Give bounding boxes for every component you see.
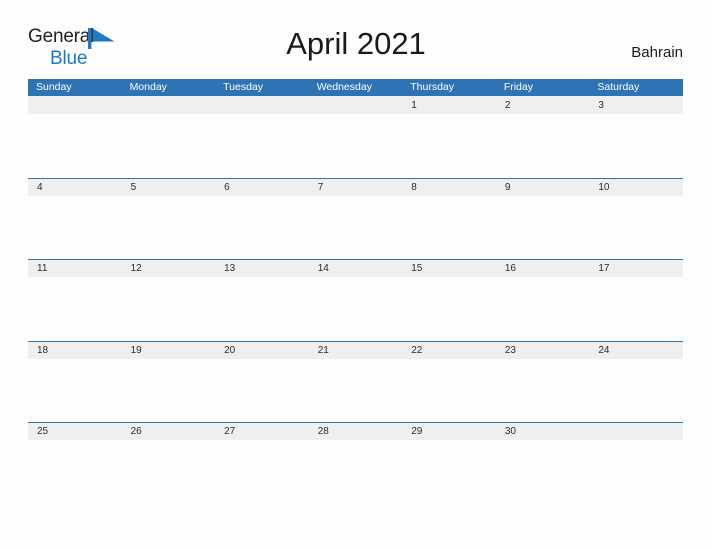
day-note-cell[interactable] — [496, 277, 590, 341]
date-cell[interactable]: 12 — [122, 260, 216, 277]
date-cell[interactable]: 28 — [309, 423, 403, 440]
week-date-band: 4 5 6 7 8 9 10 — [28, 177, 683, 196]
date-cell[interactable]: 18 — [28, 342, 122, 359]
day-note-cell[interactable] — [402, 114, 496, 178]
day-note-cell[interactable] — [122, 277, 216, 341]
date-cell[interactable] — [28, 96, 122, 114]
date-cell[interactable]: 29 — [402, 423, 496, 440]
weekday-header-thursday: Thursday — [410, 81, 455, 93]
date-cell[interactable]: 4 — [28, 179, 122, 196]
day-note-cell[interactable] — [215, 114, 309, 178]
weekday-header-monday: Monday — [129, 81, 167, 93]
day-note-cell[interactable] — [28, 114, 122, 178]
day-note-cell[interactable] — [496, 359, 590, 423]
date-cell[interactable]: 13 — [215, 260, 309, 277]
date-cell[interactable]: 27 — [215, 423, 309, 440]
calendar-week-row: 1 2 3 — [28, 96, 683, 178]
day-note-cell[interactable] — [589, 114, 683, 178]
calendar-week-row: 4 5 6 7 8 9 10 — [28, 177, 683, 260]
week-date-band: 18 19 20 21 22 23 24 — [28, 340, 683, 359]
date-cell[interactable]: 23 — [496, 342, 590, 359]
date-cell[interactable]: 30 — [496, 423, 590, 440]
calendar-table: Sunday Monday Tuesday Wednesday Thursday… — [28, 79, 683, 504]
day-note-cell[interactable] — [309, 277, 403, 341]
date-cell[interactable]: 11 — [28, 260, 122, 277]
date-cell[interactable]: 15 — [402, 260, 496, 277]
page-title: April 2021 — [286, 26, 426, 61]
day-note-cell[interactable] — [215, 196, 309, 260]
date-cell[interactable]: 19 — [122, 342, 216, 359]
week-note-area — [28, 440, 683, 504]
week-date-band: 1 2 3 — [28, 96, 683, 115]
date-cell[interactable]: 5 — [122, 179, 216, 196]
calendar-week-row: 25 26 27 28 29 30 — [28, 422, 683, 504]
week-date-band: 25 26 27 28 29 30 — [28, 422, 683, 441]
locale-label: Bahrain — [631, 44, 683, 61]
weekday-header-tuesday: Tuesday — [223, 81, 264, 93]
weekday-header-saturday: Saturday — [597, 81, 640, 93]
day-note-cell[interactable] — [122, 359, 216, 423]
day-note-cell[interactable] — [496, 114, 590, 178]
calendar-week-row: 18 19 20 21 22 23 24 — [28, 340, 683, 423]
week-note-area — [28, 114, 683, 178]
date-cell[interactable]: 2 — [496, 96, 590, 114]
date-cell[interactable] — [309, 96, 403, 114]
date-cell[interactable]: 26 — [122, 423, 216, 440]
date-cell[interactable]: 7 — [309, 179, 403, 196]
weekday-header-row: Sunday Monday Tuesday Wednesday Thursday… — [28, 79, 683, 96]
day-note-cell[interactable] — [402, 440, 496, 504]
day-note-cell[interactable] — [215, 277, 309, 341]
date-cell[interactable]: 9 — [496, 179, 590, 196]
day-note-cell[interactable] — [28, 196, 122, 260]
day-note-cell[interactable] — [496, 196, 590, 260]
date-cell[interactable]: 8 — [402, 179, 496, 196]
date-cell[interactable]: 14 — [309, 260, 403, 277]
day-note-cell[interactable] — [589, 277, 683, 341]
day-note-cell[interactable] — [402, 196, 496, 260]
day-note-cell[interactable] — [122, 196, 216, 260]
date-cell[interactable] — [122, 96, 216, 114]
week-note-area — [28, 277, 683, 341]
day-note-cell[interactable] — [309, 359, 403, 423]
day-note-cell[interactable] — [215, 359, 309, 423]
day-note-cell[interactable] — [589, 359, 683, 423]
week-note-area — [28, 195, 683, 260]
weekday-header-friday: Friday — [503, 81, 533, 93]
day-note-cell[interactable] — [309, 440, 403, 504]
week-date-band: 11 12 13 14 15 16 17 — [28, 259, 683, 278]
day-note-cell[interactable] — [402, 359, 496, 423]
day-note-cell[interactable] — [122, 440, 216, 504]
day-note-cell[interactable] — [589, 196, 683, 260]
day-note-cell[interactable] — [402, 277, 496, 341]
weekday-header-wednesday: Wednesday — [316, 81, 372, 93]
day-note-cell[interactable] — [309, 196, 403, 260]
weekday-header-sunday: Sunday — [36, 81, 72, 93]
date-cell[interactable]: 16 — [496, 260, 590, 277]
calendar-week-row: 11 12 13 14 15 16 17 — [28, 259, 683, 341]
date-cell[interactable]: 6 — [215, 179, 309, 196]
day-note-cell[interactable] — [589, 440, 683, 504]
day-note-cell[interactable] — [215, 440, 309, 504]
week-note-area — [28, 358, 683, 423]
page-header: General Blue April 2021 Bahrain — [0, 0, 712, 68]
day-note-cell[interactable] — [28, 277, 122, 341]
date-cell[interactable]: 3 — [589, 96, 683, 114]
day-note-cell[interactable] — [122, 114, 216, 178]
date-cell[interactable]: 17 — [589, 260, 683, 277]
date-cell[interactable]: 24 — [589, 342, 683, 359]
date-cell[interactable] — [589, 423, 683, 440]
date-cell[interactable]: 25 — [28, 423, 122, 440]
day-note-cell[interactable] — [28, 440, 122, 504]
date-cell[interactable] — [215, 96, 309, 114]
day-note-cell[interactable] — [28, 359, 122, 423]
date-cell[interactable]: 22 — [402, 342, 496, 359]
date-cell[interactable]: 1 — [402, 96, 496, 114]
date-cell[interactable]: 20 — [215, 342, 309, 359]
date-cell[interactable]: 21 — [309, 342, 403, 359]
date-cell[interactable]: 10 — [589, 179, 683, 196]
day-note-cell[interactable] — [496, 440, 590, 504]
day-note-cell[interactable] — [309, 114, 403, 178]
